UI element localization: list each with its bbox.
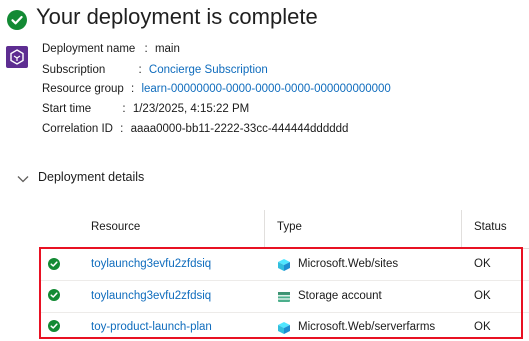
info-label: Start time	[42, 103, 92, 115]
info-separator: :	[122, 103, 126, 115]
info-label: Resource group	[42, 83, 124, 95]
subscription-link[interactable]: Concierge Subscription	[149, 64, 268, 76]
info-correlation-id: Correlation ID : aaaa0000-bb11-2222-33cc…	[42, 123, 348, 135]
info-separator: :	[131, 83, 135, 95]
correlation-id-value: aaaa0000-bb11-2222-33cc-444444dddddd	[130, 123, 349, 135]
highlight-box	[39, 247, 523, 339]
info-start-time: Start time : 1/23/2025, 4:15:22 PM	[42, 103, 249, 115]
column-header-resource[interactable]: Resource	[91, 221, 140, 233]
page-title: Your deployment is complete	[36, 4, 318, 29]
start-time-value: 1/23/2025, 4:15:22 PM	[132, 103, 250, 115]
column-divider	[461, 210, 462, 248]
deployment-details-toggle[interactable]: Deployment details	[38, 170, 144, 184]
info-separator: :	[120, 123, 124, 135]
deployment-icon	[6, 46, 28, 68]
info-label: Subscription	[42, 64, 106, 76]
info-label: Deployment name	[42, 43, 136, 55]
info-separator: :	[144, 43, 148, 55]
chevron-down-icon[interactable]	[17, 171, 29, 189]
info-deployment-name: Deployment name : main	[42, 43, 180, 55]
success-check-icon	[7, 10, 27, 30]
column-divider	[264, 210, 265, 248]
info-subscription: Subscription : Concierge Subscription	[42, 64, 268, 76]
resource-group-link[interactable]: learn-00000000-0000-0000-0000-0000000000…	[141, 83, 390, 95]
column-header-type[interactable]: Type	[277, 221, 302, 233]
deployment-name-value: main	[154, 43, 180, 55]
info-resource-group: Resource group : learn-00000000-0000-000…	[42, 83, 391, 95]
info-label: Correlation ID	[42, 123, 113, 135]
column-header-status[interactable]: Status	[474, 221, 507, 233]
info-separator: :	[138, 64, 142, 76]
